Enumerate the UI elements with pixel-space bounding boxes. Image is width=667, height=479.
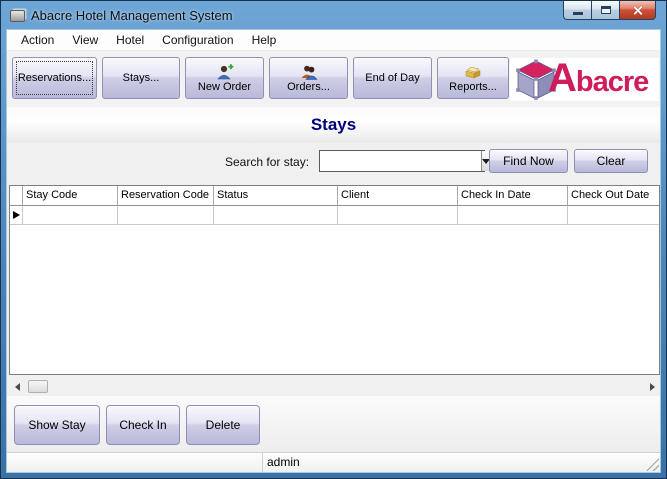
action-button-bar: Show Stay Check In Delete: [7, 396, 660, 454]
row-selector-arrow-icon: [13, 211, 20, 219]
close-button[interactable]: [620, 1, 656, 20]
scroll-right-button[interactable]: [644, 379, 660, 395]
scroll-left-button[interactable]: [9, 379, 25, 395]
title-bar[interactable]: Abacre Hotel Management System: [1, 1, 666, 29]
abacre-logo: Abacre: [510, 58, 659, 101]
horizontal-scrollbar[interactable]: [9, 379, 660, 395]
show-stay-button[interactable]: Show Stay: [14, 405, 100, 445]
menu-help[interactable]: Help: [243, 31, 286, 49]
reservations-label: Reservations...: [18, 72, 91, 84]
search-row: Search for stay: Find Now Clear: [7, 143, 660, 185]
menu-bar: Action View Hotel Configuration Help: [7, 30, 660, 51]
window-controls: [563, 1, 656, 20]
reports-label: Reports...: [449, 81, 497, 93]
grid-selector-header: [10, 186, 23, 206]
table-row[interactable]: [10, 206, 659, 225]
people-icon: [300, 64, 318, 80]
person-add-icon: [216, 64, 234, 80]
cell-client[interactable]: [338, 206, 458, 225]
stays-grid: Stay Code Reservation Code Status Client…: [9, 185, 660, 375]
scrollbar-thumb[interactable]: [28, 380, 48, 393]
cell-reservation-code[interactable]: [118, 206, 214, 225]
scroll-left-icon: [15, 383, 20, 391]
column-header-check-out-date[interactable]: Check Out Date: [568, 186, 659, 206]
menu-hotel[interactable]: Hotel: [107, 31, 153, 49]
reservations-button[interactable]: Reservations...: [12, 57, 97, 99]
window-title: Abacre Hotel Management System: [31, 8, 233, 23]
delete-button[interactable]: Delete: [186, 405, 260, 445]
status-panel-user: admin: [263, 453, 660, 472]
grid-header-row: Stay Code Reservation Code Status Client…: [10, 186, 659, 206]
find-now-button[interactable]: Find Now: [489, 149, 568, 173]
minimize-icon: [573, 12, 583, 15]
column-header-stay-code[interactable]: Stay Code: [23, 186, 118, 206]
stays-label: Stays...: [123, 72, 160, 84]
search-combobox[interactable]: [319, 150, 485, 172]
search-label: Search for stay:: [225, 155, 309, 169]
menu-action[interactable]: Action: [12, 31, 63, 49]
end-of-day-label: End of Day: [365, 72, 419, 84]
column-header-reservation-code[interactable]: Reservation Code: [118, 186, 214, 206]
search-input[interactable]: [320, 151, 481, 171]
app-icon: [10, 10, 25, 22]
app-window: Abacre Hotel Management System Action Vi…: [0, 0, 667, 479]
status-bar: admin: [7, 452, 660, 472]
column-header-client[interactable]: Client: [338, 186, 458, 206]
heading-band: Stays: [7, 107, 660, 143]
close-icon: [632, 5, 643, 16]
column-header-status[interactable]: Status: [214, 186, 338, 206]
end-of-day-button[interactable]: End of Day: [353, 57, 432, 99]
reports-button[interactable]: Reports...: [437, 57, 509, 99]
cell-check-out-date[interactable]: [568, 206, 659, 225]
new-order-label: New Order: [198, 81, 251, 93]
clear-button[interactable]: Clear: [574, 149, 648, 173]
abacre-logo-text: Abacre: [548, 58, 648, 101]
column-header-check-in-date[interactable]: Check In Date: [458, 186, 568, 206]
report-folder-icon: [464, 64, 482, 80]
status-panel-left: [7, 453, 263, 472]
new-order-button[interactable]: New Order: [185, 57, 264, 99]
menu-configuration[interactable]: Configuration: [153, 31, 242, 49]
cell-status[interactable]: [214, 206, 338, 225]
row-selector-cell[interactable]: [10, 206, 23, 225]
maximize-icon: [601, 6, 611, 14]
page-title: Stays: [311, 115, 356, 135]
cell-check-in-date[interactable]: [458, 206, 568, 225]
orders-button[interactable]: Orders...: [269, 57, 348, 99]
minimize-button[interactable]: [563, 1, 592, 20]
client-area: Action View Hotel Configuration Help Res…: [6, 29, 661, 473]
scroll-right-icon: [650, 383, 655, 391]
orders-label: Orders...: [287, 81, 330, 93]
stays-button[interactable]: Stays...: [102, 57, 180, 99]
menu-view[interactable]: View: [63, 31, 107, 49]
cell-stay-code[interactable]: [23, 206, 118, 225]
check-in-button[interactable]: Check In: [106, 405, 180, 445]
toolbar: Reservations... Stays... New Order: [7, 51, 660, 107]
maximize-button[interactable]: [592, 1, 620, 20]
